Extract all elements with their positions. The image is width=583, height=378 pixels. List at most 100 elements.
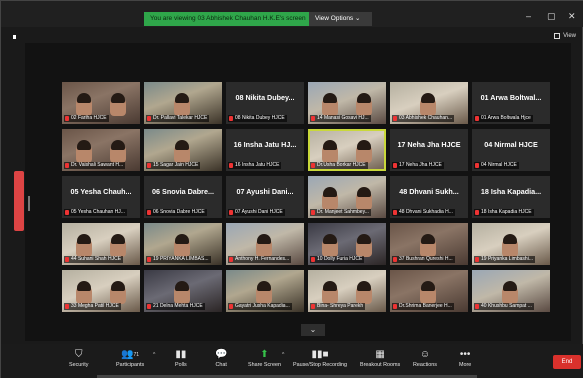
security-label: Security <box>69 362 89 368</box>
participant-name-label: Dr. Manjeet Sahmbey... <box>310 209 371 216</box>
participant-tile[interactable]: Anthony H. Fernandes... <box>226 223 304 265</box>
participant-video <box>174 281 190 304</box>
participant-tile[interactable]: Dr. Manjeet Sahmbey... <box>308 176 386 218</box>
minimize-button[interactable]: – <box>526 11 531 21</box>
participant-name: Dr. Manjeet Sahmbey... <box>317 209 369 215</box>
viewing-screen-text: You are viewing 03 Abhishek Chauhan H.K.… <box>144 12 309 26</box>
muted-mic-icon <box>475 116 479 121</box>
muted-mic-icon <box>147 257 151 262</box>
participant-tile[interactable]: Dr. Vaishali Sawant H... <box>62 129 140 171</box>
ellipsis-icon: ••• <box>459 349 471 360</box>
close-button[interactable]: ✕ <box>568 11 576 22</box>
muted-mic-icon <box>475 163 479 168</box>
participant-video <box>110 234 126 257</box>
participant-name-label: 01 Arwa Boltwala Hjce <box>474 115 533 122</box>
participant-tile[interactable]: 06 Snovia Dabre... 06 Snovia Dabre HJCE <box>144 176 222 218</box>
participant-tile[interactable]: Dr.Usha Borkar HJCE <box>308 129 386 171</box>
share-caret-icon[interactable]: ^ <box>282 352 284 358</box>
reactions-button[interactable]: ☺ Reactions <box>413 348 437 368</box>
view-label: View <box>563 33 576 39</box>
participant-name-label: 44 Suhani Shah HJCE <box>64 256 124 263</box>
participant-video <box>76 281 92 304</box>
participant-tile[interactable]: 04 Nirmal HJCE 04 Nirmal HJCE <box>472 129 550 171</box>
participant-tile[interactable]: 07 Ayushi Dani... 07 Ayushi Dani HJCE <box>226 176 304 218</box>
muted-mic-icon <box>393 116 397 121</box>
participants-button[interactable]: 👥71 Participants <box>116 348 144 368</box>
participant-name: Dr.Shrima Banerjee H... <box>399 303 452 309</box>
recording-button[interactable]: ▮▮■ Pause/Stop Recording <box>293 348 347 368</box>
participant-video <box>110 93 126 116</box>
participant-tile[interactable]: 16 Insha Jatu HJ... 16 Insha Jatu HJCE <box>226 129 304 171</box>
participant-name-label: Dr. Pallavi Talekar HJCE <box>146 115 210 122</box>
participant-tile[interactable]: 01 Arwa Boltwal... 01 Arwa Boltwala Hjce <box>472 82 550 124</box>
participant-name: Dr. Pallavi Talekar HJCE <box>153 115 208 121</box>
participant-tile[interactable]: Dr. Pallavi Talekar HJCE <box>144 82 222 124</box>
participant-video <box>110 140 126 163</box>
participant-tile[interactable]: 14 Manasi Gosavi HJ... <box>308 82 386 124</box>
muted-mic-icon <box>147 304 151 309</box>
muted-mic-icon <box>229 210 233 215</box>
divider-handle[interactable] <box>28 196 30 211</box>
participant-name: 01 Arwa Boltwala Hjce <box>481 115 531 121</box>
participant-tile[interactable]: 15 Sagar Jain HJCE <box>144 129 222 171</box>
side-handle[interactable] <box>14 171 24 231</box>
participant-name-label: 02 Fariha HJCE <box>64 115 109 122</box>
participant-tile[interactable]: 40 Khushbu Sampat ... <box>472 270 550 312</box>
participant-tile[interactable]: Dr.Shrima Banerjee H... <box>390 270 468 312</box>
participant-display-name: 07 Ayushi Dani... <box>236 187 294 196</box>
participant-name: Anthony H. Fernandes... <box>235 256 290 262</box>
participant-tile[interactable]: 33 Megha Patil HJCE <box>62 270 140 312</box>
security-button[interactable]: ⛉ Security <box>69 348 88 368</box>
participant-tile[interactable]: 37 Bushran Qureshi H... <box>390 223 468 265</box>
muted-mic-icon <box>311 304 315 309</box>
screen-share-banner: You are viewing 03 Abhishek Chauhan H.K.… <box>144 12 372 26</box>
maximize-button[interactable]: ▢ <box>547 11 556 22</box>
participant-tile[interactable]: 18 Isha Kapadia... 18 Isha Kapadia HJCE <box>472 176 550 218</box>
participant-tile[interactable]: 19 PRIYANKA LIMBAS... <box>144 223 222 265</box>
breakout-rooms-button[interactable]: ▦ Breakout Rooms <box>360 348 400 368</box>
participant-name: 16 Insha Jatu HJCE <box>235 162 280 168</box>
participant-tile[interactable]: 10 Dolly Furia HJCE <box>308 223 386 265</box>
participant-tile[interactable]: 03 Abhishek Chauhan... <box>390 82 468 124</box>
participant-video <box>502 234 518 257</box>
participant-tile[interactable]: 08 Nikita Dubey... 08 Nikita Dubey HJCE <box>226 82 304 124</box>
participant-video <box>174 93 190 116</box>
participant-tile[interactable]: 02 Fariha HJCE <box>62 82 140 124</box>
muted-mic-icon <box>147 210 151 215</box>
participant-name: 33 Megha Patil HJCE <box>71 303 119 309</box>
muted-mic-icon <box>393 210 397 215</box>
participants-label: Participants <box>116 362 145 368</box>
muted-mic-icon <box>475 257 479 262</box>
people-icon: 👥71 <box>121 349 140 360</box>
participant-video <box>356 187 372 210</box>
share-screen-button[interactable]: ⬆ Share Screen <box>248 348 281 368</box>
participant-tile[interactable]: 44 Suhani Shah HJCE <box>62 223 140 265</box>
participants-caret-icon[interactable]: ^ <box>153 352 155 358</box>
meeting-toolbar: ⛉ Security 👥71 Participants ^ ▮▮ Polls 💬… <box>1 344 583 378</box>
polls-button[interactable]: ▮▮ Polls <box>175 348 187 368</box>
view-options-button[interactable]: View Options ⌄ <box>309 12 372 26</box>
muted-mic-icon <box>393 163 397 168</box>
participant-name-label: 17 Neha Jha HJCE <box>392 162 444 169</box>
participant-name-label: 40 Khushbu Sampat ... <box>474 303 534 310</box>
participant-name: 21 Delna Mehta HJCE <box>153 303 203 309</box>
participant-display-name: 16 Insha Jatu HJ... <box>233 140 297 149</box>
participant-tile[interactable]: 05 Yesha Chauh... 05 Yesha Chauhan HJ... <box>62 176 140 218</box>
participant-name: 14 Manasi Gosavi HJ... <box>317 115 369 121</box>
chat-button[interactable]: 💬 Chat <box>215 348 227 368</box>
participant-display-name: 18 Isha Kapadia... <box>480 187 542 196</box>
end-meeting-button[interactable]: End <box>553 355 581 369</box>
collapse-chevron-icon[interactable]: ⌄ <box>301 324 325 336</box>
participant-tile[interactable]: Gayatri Jusha Kapadia... <box>226 270 304 312</box>
participant-tile[interactable]: Bina- Shreya Parekh <box>308 270 386 312</box>
more-button[interactable]: ••• More <box>459 348 471 368</box>
muted-mic-icon <box>65 210 69 215</box>
participant-name-label: Anthony H. Fernandes... <box>228 256 292 263</box>
participant-tile[interactable]: 17 Neha Jha HJCE 17 Neha Jha HJCE <box>390 129 468 171</box>
view-button[interactable]: View <box>554 33 576 39</box>
muted-mic-icon <box>475 210 479 215</box>
participant-tile[interactable]: 19 Priyanka Limbashi... <box>472 223 550 265</box>
participant-tile[interactable]: 48 Dhvani Sukh... 48 Dhvani Sukhadia H... <box>390 176 468 218</box>
participant-tile[interactable]: 21 Delna Mehta HJCE <box>144 270 222 312</box>
muted-mic-icon <box>393 304 397 309</box>
